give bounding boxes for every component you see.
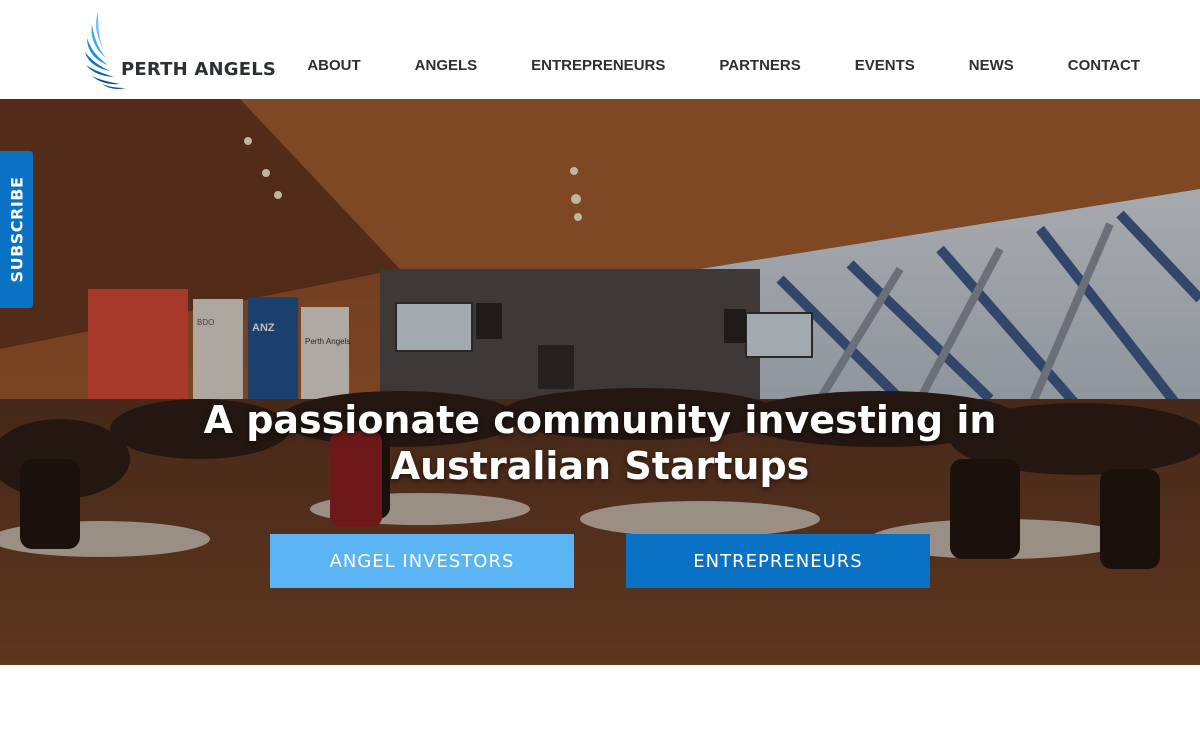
logo-text: PERTH ANGELS bbox=[121, 59, 277, 80]
hero-headline: A passionate community investing in Aust… bbox=[203, 398, 997, 488]
logo[interactable]: PERTH ANGELS bbox=[84, 10, 276, 92]
nav-events[interactable]: EVENTS bbox=[855, 57, 915, 74]
nav-news[interactable]: NEWS bbox=[969, 57, 1014, 74]
nav-partners[interactable]: PARTNERS bbox=[719, 57, 800, 74]
hero-overlay bbox=[0, 99, 1200, 665]
nav-contact[interactable]: CONTACT bbox=[1068, 57, 1140, 74]
angel-investors-button[interactable]: ANGEL INVESTORS bbox=[270, 534, 574, 588]
site-header: PERTH ANGELS ABOUT ANGELS ENTREPRENEURS … bbox=[0, 0, 1200, 99]
subscribe-label: SUBSCRIBE bbox=[7, 176, 26, 283]
hero-section: ANZ Perth Angels BDO A passionate commun… bbox=[0, 99, 1200, 665]
nav-angels[interactable]: ANGELS bbox=[415, 57, 478, 74]
entrepreneurs-button[interactable]: ENTREPRENEURS bbox=[626, 534, 930, 588]
main-nav: ABOUT ANGELS ENTREPRENEURS PARTNERS EVEN… bbox=[307, 57, 1140, 74]
subscribe-tab[interactable]: SUBSCRIBE bbox=[0, 151, 33, 308]
nav-entrepreneurs[interactable]: ENTREPRENEURS bbox=[531, 57, 665, 74]
nav-about[interactable]: ABOUT bbox=[307, 57, 360, 74]
